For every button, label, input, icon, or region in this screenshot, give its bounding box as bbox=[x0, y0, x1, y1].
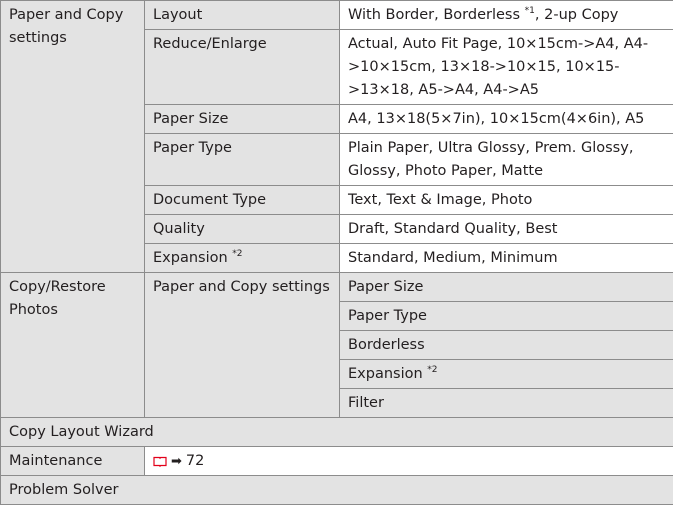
setting-value-layout: With Border, Borderless *1, 2-up Copy bbox=[339, 0, 673, 30]
setting-value-paper-type: Plain Paper, Ultra Glossy, Prem. Glossy,… bbox=[339, 133, 673, 186]
menu-problem-solver: Problem Solver bbox=[0, 475, 673, 505]
right-arrow-icon: ➡ bbox=[171, 454, 182, 469]
menu-copy-layout-wizard: Copy Layout Wizard bbox=[0, 417, 673, 447]
table-row: Copy Layout Wizard bbox=[0, 417, 673, 447]
setting-label-paper-size: Paper Size bbox=[339, 272, 673, 302]
setting-value-expansion: Standard, Medium, Minimum bbox=[339, 243, 673, 273]
table-row: Maintenance ➡ 72 bbox=[0, 446, 673, 476]
setting-label-expansion: Expansion *2 bbox=[339, 359, 673, 389]
setting-value-document-type: Text, Text & Image, Photo bbox=[339, 185, 673, 215]
table-row: Copy/Restore Photos Paper and Copy setti… bbox=[0, 272, 673, 418]
setting-label-paper-type: Paper Type bbox=[144, 133, 340, 186]
maintenance-page-reference: ➡ 72 bbox=[144, 446, 673, 476]
setting-value-quality: Draft, Standard Quality, Best bbox=[339, 214, 673, 244]
setting-value-paper-size: A4, 13×18(5×7in), 10×15cm(4×6in), A5 bbox=[339, 104, 673, 134]
table-row: Paper and Copy settings Layout With Bord… bbox=[0, 0, 673, 273]
table-row: Problem Solver bbox=[0, 475, 673, 505]
menu-maintenance: Maintenance bbox=[0, 446, 145, 476]
subgroup-paper-copy-settings: Paper and Copy settings bbox=[144, 272, 340, 418]
footnote-marker: *1 bbox=[524, 6, 535, 16]
footnote-marker: *2 bbox=[427, 365, 438, 375]
page-number: 72 bbox=[185, 453, 205, 469]
setting-value-reduce-enlarge: Actual, Auto Fit Page, 10×15cm->A4, A4->… bbox=[339, 29, 673, 105]
setting-label-paper-size: Paper Size bbox=[144, 104, 340, 134]
footnote-marker: *2 bbox=[232, 249, 243, 259]
setting-label-filter: Filter bbox=[339, 388, 673, 418]
setting-label-reduce-enlarge: Reduce/Enlarge bbox=[144, 29, 340, 105]
group-paper-copy-settings: Paper and Copy settings bbox=[0, 0, 145, 273]
book-icon bbox=[153, 456, 167, 467]
settings-table: Paper and Copy settings Layout With Bord… bbox=[0, 0, 673, 505]
setting-label-layout: Layout bbox=[144, 0, 340, 30]
setting-label-borderless: Borderless bbox=[339, 330, 673, 360]
group-copy-restore-photos: Copy/Restore Photos bbox=[0, 272, 145, 418]
setting-label-expansion: Expansion *2 bbox=[144, 243, 340, 273]
setting-label-paper-type: Paper Type bbox=[339, 301, 673, 331]
setting-label-quality: Quality bbox=[144, 214, 340, 244]
setting-label-document-type: Document Type bbox=[144, 185, 340, 215]
